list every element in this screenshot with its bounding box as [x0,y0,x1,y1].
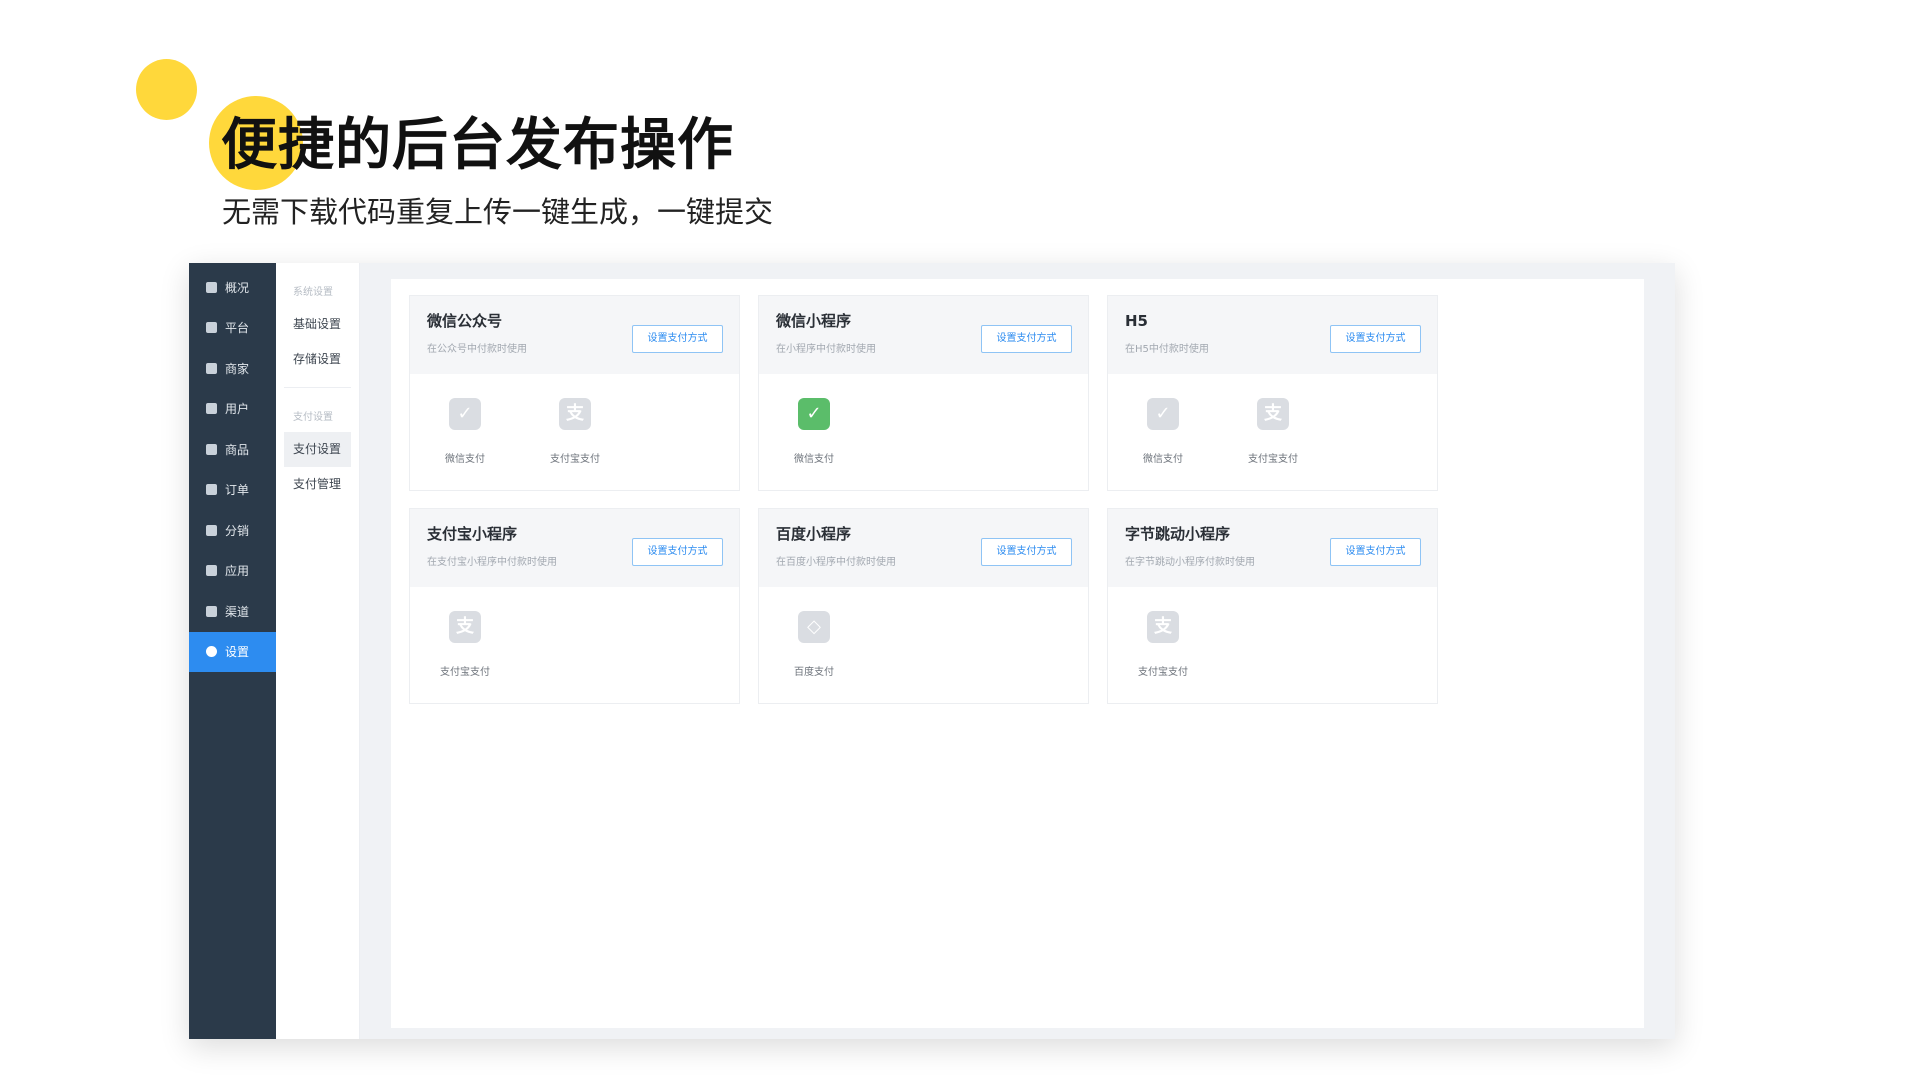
pay-option-baidu[interactable]: ◇ 百度支付 [779,611,849,678]
merchant-icon [206,362,217,374]
nav-label: 订单 [225,483,250,498]
pay-label: 微信支付 [445,454,485,465]
pay-option-alipay[interactable]: 支 支付宝支付 [1238,398,1308,465]
pay-label: 支付宝支付 [550,454,600,465]
subnav-item-storage[interactable]: 存储设置 [284,342,351,377]
alipay-icon: 支 [449,611,481,643]
main-content: 微信公众号 在公众号中付款时使用 设置支付方式 ✓ 微信支付 支 支付宝支付 微… [391,279,1644,1028]
overview-icon [206,281,217,293]
card-header: 微信小程序 在小程序中付款时使用 设置支付方式 [759,296,1088,374]
card-header: 字节跳动小程序 在字节跳动小程序付款时使用 设置支付方式 [1108,509,1437,587]
nav-item-user[interactable]: 用户 [189,389,276,430]
card-alipay-miniprogram: 支付宝小程序 在支付宝小程序中付款时使用 设置支付方式 支 支付宝支付 [409,508,740,704]
subnav-group-payment: 支付设置 [293,412,333,423]
card-header: 百度小程序 在百度小程序中付款时使用 设置支付方式 [759,509,1088,587]
page-title: 便捷的后台发布操作 [221,113,734,178]
subnav-group-system: 系统设置 [293,287,333,298]
baidu-pay-icon: ◇ [798,611,830,643]
set-payment-button[interactable]: 设置支付方式 [981,325,1072,353]
pay-option-wechat[interactable]: ✓ 微信支付 [1128,398,1198,465]
platform-icon [206,322,217,334]
card-header: H5 在H5中付款时使用 设置支付方式 [1108,296,1437,374]
card-baidu-miniprogram: 百度小程序 在百度小程序中付款时使用 设置支付方式 ◇ 百度支付 [758,508,1089,704]
nav-item-channel[interactable]: 渠道 [189,591,276,632]
nav-item-settings[interactable]: 设置 [189,631,276,672]
alipay-icon: 支 [1257,398,1289,430]
nav-item-distribution[interactable]: 分销 [189,510,276,551]
nav-item-overview[interactable]: 概况 [189,267,276,308]
pay-label: 支付宝支付 [1248,454,1298,465]
pay-option-wechat[interactable]: ✓ 微信支付 [430,398,500,465]
user-icon [206,403,217,415]
card-h5: H5 在H5中付款时使用 设置支付方式 ✓ 微信支付 支 支付宝支付 [1107,295,1438,491]
apps-icon [206,565,217,577]
gear-icon [206,646,217,658]
subnav-item-pay-settings[interactable]: 支付设置 [284,432,351,467]
nav-label: 商品 [225,442,250,457]
wechat-pay-icon: ✓ [449,398,481,430]
subnav-item-basic[interactable]: 基础设置 [284,307,351,342]
nav-label: 渠道 [225,604,250,619]
nav-label: 商家 [225,361,250,376]
card-header: 微信公众号 在公众号中付款时使用 设置支付方式 [410,296,739,374]
settings-subnav: 系统设置 基础设置 存储设置 支付设置 支付设置 支付管理 [276,263,360,1039]
nav-label: 概况 [225,280,250,295]
alipay-icon: 支 [1147,611,1179,643]
wechat-pay-icon: ✓ [1147,398,1179,430]
card-body: 支 支付宝支付 [1108,587,1437,703]
main-sidebar: 概况 平台 商家 用户 商品 订单 分销 应用 渠道 设置 [189,263,276,1039]
channel-icon [206,605,217,617]
wechat-pay-icon: ✓ [798,398,830,430]
decor-dot-small [136,59,197,120]
alipay-icon: 支 [559,398,591,430]
nav-item-apps[interactable]: 应用 [189,551,276,592]
card-bytedance-miniprogram: 字节跳动小程序 在字节跳动小程序付款时使用 设置支付方式 支 支付宝支付 [1107,508,1438,704]
pay-option-alipay[interactable]: 支 支付宝支付 [1128,611,1198,678]
card-wechat-official: 微信公众号 在公众号中付款时使用 设置支付方式 ✓ 微信支付 支 支付宝支付 [409,295,740,491]
nav-label: 分销 [225,523,250,538]
pay-option-wechat[interactable]: ✓ 微信支付 [779,398,849,465]
pay-option-alipay[interactable]: 支 支付宝支付 [540,398,610,465]
nav-item-merchant[interactable]: 商家 [189,348,276,389]
set-payment-button[interactable]: 设置支付方式 [1330,538,1421,566]
product-icon [206,443,217,455]
card-body: ✓ 微信支付 [759,374,1088,490]
subnav-item-pay-manage[interactable]: 支付管理 [284,467,351,502]
nav-label: 设置 [225,645,250,660]
pay-label: 微信支付 [794,454,834,465]
distribution-icon [206,524,217,536]
pay-option-alipay[interactable]: 支 支付宝支付 [430,611,500,678]
nav-item-platform[interactable]: 平台 [189,308,276,349]
set-payment-button[interactable]: 设置支付方式 [632,325,723,353]
card-wechat-miniprogram: 微信小程序 在小程序中付款时使用 设置支付方式 ✓ 微信支付 [758,295,1089,491]
set-payment-button[interactable]: 设置支付方式 [1330,325,1421,353]
pay-label: 支付宝支付 [1138,667,1188,678]
card-body: ✓ 微信支付 支 支付宝支付 [410,374,739,490]
slide: 便捷的后台发布操作 无需下载代码重复上传一键生成，一键提交 概况 平台 商家 用… [0,0,1920,1080]
pay-label: 百度支付 [794,667,834,678]
set-payment-button[interactable]: 设置支付方式 [981,538,1072,566]
nav-label: 平台 [225,321,250,336]
card-body: ✓ 微信支付 支 支付宝支付 [1108,374,1437,490]
order-icon [206,484,217,496]
nav-label: 用户 [225,402,250,417]
admin-screenshot: 概况 平台 商家 用户 商品 订单 分销 应用 渠道 设置 系统设置 基础设置 … [189,263,1675,1039]
pay-label: 微信支付 [1143,454,1183,465]
nav-label: 应用 [225,564,250,579]
nav-item-product[interactable]: 商品 [189,429,276,470]
nav-item-order[interactable]: 订单 [189,470,276,511]
pay-label: 支付宝支付 [440,667,490,678]
set-payment-button[interactable]: 设置支付方式 [632,538,723,566]
page-subtitle: 无需下载代码重复上传一键生成，一键提交 [222,195,774,229]
card-body: 支 支付宝支付 [410,587,739,703]
card-body: ◇ 百度支付 [759,587,1088,703]
card-header: 支付宝小程序 在支付宝小程序中付款时使用 设置支付方式 [410,509,739,587]
